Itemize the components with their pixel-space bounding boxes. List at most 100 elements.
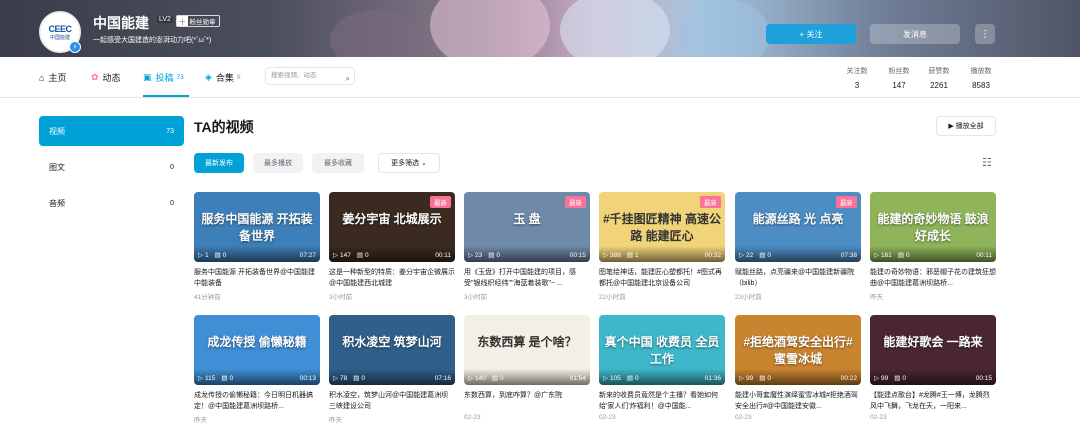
video-card[interactable]: #拒绝酒驾安全出行# 蜜雪冰城 ▷ 99 ▤ 0 00:22 能建小哥套魔性演绎蜜雪冰城#拒… bbox=[735, 315, 861, 421]
play-count: 161 bbox=[881, 252, 892, 259]
tab-collection[interactable]: ◈ 合集 8 bbox=[205, 71, 241, 84]
video-date: 3小时前 bbox=[329, 294, 353, 301]
comment-count: 0 bbox=[496, 252, 501, 259]
tab-count: 73 bbox=[176, 74, 184, 81]
comment-icon: ▤ bbox=[214, 252, 221, 259]
avatar[interactable]: CEEC 中国能建 ⚡ bbox=[39, 11, 81, 53]
video-thumbnail[interactable]: 能建的奇妙物语 鼓浪好成长 ▷ 161 ▤ 0 00:11 bbox=[870, 192, 996, 262]
video-title[interactable]: 能建小哥套魔性演绎蜜雪冰城#拒绝酒驾安全出行#@中国能建安徽... bbox=[735, 390, 861, 412]
video-card[interactable]: 服务中国能源 开拓装备世界 ▷ 1 ▤ 0 07:27 服务中国能源 开拓装备世界@中国能建… bbox=[194, 192, 320, 301]
comment-icon: ▤ bbox=[488, 252, 495, 259]
video-card[interactable]: 能建的奇妙物语 鼓浪好成长 ▷ 161 ▤ 0 00:11 能建の奇妙物语：邪恶帽子花の建筑… bbox=[870, 192, 996, 301]
video-title[interactable]: 能建の奇妙物语：邪恶帽子花の建筑狂想曲@中国能建葛洲坝路桥... bbox=[870, 267, 996, 289]
video-title[interactable]: 用《玉盘》打开中国能建的项目，感受"银线织经纬""海蓝着装歌"~ ... bbox=[464, 267, 590, 289]
thumbnail-stats: ▷ 1 ▤ 0 07:27 bbox=[194, 246, 320, 262]
thumbnail-text: #千挂图匠精神 高速公路 能建匠心 bbox=[603, 212, 722, 243]
tab-upload[interactable]: ▣ 投稿 73 bbox=[143, 71, 184, 84]
tab-home[interactable]: ⌂ 主页 bbox=[39, 71, 66, 84]
stat-value: 147 bbox=[892, 81, 906, 90]
video-card[interactable]: 玉 盘 最新 ▷ 23 ▤ 0 00:15 用《玉盘》打开中国能建的项目，感受"银线织经纬""… bbox=[464, 192, 590, 301]
fan-badge-label: 粉丝勋章 bbox=[189, 19, 216, 26]
stat-value: 3 bbox=[854, 81, 860, 90]
video-card[interactable]: 能源丝路 光 点亮 最新 ▷ 22 ▤ 0 07:38 赋能丝路，点亮疆来@中国能建新疆院（b… bbox=[735, 192, 861, 301]
comment-count: 0 bbox=[222, 252, 227, 259]
video-card[interactable]: 积水凌空 筑梦山河 ▷ 78 ▤ 0 07:16 积水凌空，筑梦山河@中国能建葛洲坝三峡建设… bbox=[329, 315, 455, 424]
thumbnail-stats: ▷ 22 ▤ 0 07:38 bbox=[735, 246, 861, 262]
video-thumbnail[interactable]: 东数西算 是个啥？ ▷ 140 ▤ 0 01:54 bbox=[464, 315, 590, 385]
tab-dynamic[interactable]: ✿ 动态 bbox=[91, 71, 121, 84]
video-title[interactable]: 图笔绘神话，能建匠心塑都托！#图式再都托@中国能建北京设备公司 bbox=[599, 267, 725, 289]
comment-count: 0 bbox=[500, 375, 504, 382]
comment-count: 0 bbox=[229, 375, 234, 382]
video-thumbnail[interactable]: 能源丝路 光 点亮 最新 ▷ 22 ▤ 0 07:38 bbox=[735, 192, 861, 262]
banner-decoration bbox=[430, 0, 550, 57]
video-card[interactable]: 真个中国 收费员 全员工作 ▷ 105 ▤ 0 01:36 新来的收费员竟然是个主播？看她如… bbox=[599, 315, 725, 421]
search-icon[interactable]: ⌕ bbox=[346, 71, 350, 87]
filter-latest[interactable]: 最新发布 bbox=[194, 153, 244, 173]
video-title[interactable]: 【能建点歌台】#龙腾#王一博，龙腾烈风中飞舞，飞龙在天，一阳来... bbox=[870, 390, 996, 412]
sidebar-item-video[interactable]: 视频 73 bbox=[39, 116, 184, 146]
video-title[interactable]: 积水凌空，筑梦山河@中国能建葛洲坝三峡建设公司 bbox=[329, 390, 455, 412]
comment-count: 0 bbox=[902, 375, 907, 382]
play-count: 22 bbox=[746, 252, 754, 259]
video-title[interactable]: 这是一种新型的特质：姜分宇宙企微展示@中国能建西北城建 bbox=[329, 267, 455, 289]
play-count: 115 bbox=[205, 375, 216, 382]
stat-following[interactable]: 关注数 3 bbox=[837, 66, 877, 90]
video-title[interactable]: 东数西算，到底咋算？@广东院 bbox=[464, 390, 590, 412]
video-title[interactable]: 成龙传授の偷懒秘籍：今日明日机器搞定！@中国能建葛洲坝路桥... bbox=[194, 390, 320, 412]
stat-followers[interactable]: 粉丝数 147 bbox=[879, 66, 919, 90]
video-thumbnail[interactable]: 真个中国 收费员 全员工作 ▷ 105 ▤ 0 01:36 bbox=[599, 315, 725, 385]
thumbnail-stats: ▷ 99 ▤ 0 00:22 bbox=[735, 369, 861, 385]
video-duration: 00:15 bbox=[975, 375, 992, 382]
comment-icon: ▤ bbox=[353, 375, 360, 382]
video-thumbnail[interactable]: 成龙传授 偷懒秘籍 ▷ 115 ▤ 0 00:13 bbox=[194, 315, 320, 385]
video-thumbnail[interactable]: #千挂图匠精神 高速公路 能建匠心 最新 ▷ 388 ▤ 1 00:32 bbox=[599, 192, 725, 262]
follow-button[interactable]: + 关注 bbox=[766, 24, 856, 44]
video-card[interactable]: 东数西算 是个啥？ ▷ 140 ▤ 0 01:54 东数西算，到底咋算？@广东院 02-23 bbox=[464, 315, 590, 421]
video-card[interactable]: #千挂图匠精神 高速公路 能建匠心 最新 ▷ 388 ▤ 1 00:32 图笔绘神话，能建匠心… bbox=[599, 192, 725, 301]
comment-icon: ▤ bbox=[759, 252, 766, 259]
video-thumbnail[interactable]: 服务中国能源 开拓装备世界 ▷ 1 ▤ 0 07:27 bbox=[194, 192, 320, 262]
new-badge: 最新 bbox=[565, 196, 586, 208]
username: 中国能建 bbox=[93, 15, 149, 31]
video-thumbnail[interactable]: 积水凌空 筑梦山河 ▷ 78 ▤ 0 07:16 bbox=[329, 315, 455, 385]
play-count: 78 bbox=[340, 375, 348, 382]
video-title[interactable]: 新来的收费员竟然是个主播？看她如何给'家人们'炸福利！@中国能... bbox=[599, 390, 725, 412]
sidebar-item-audio[interactable]: 音频 0 bbox=[39, 188, 184, 218]
search-input[interactable]: 搜索视频、动态 ⌕ bbox=[265, 67, 355, 85]
video-title[interactable]: 赋能丝路，点亮疆来@中国能建新疆院（bilib） bbox=[735, 267, 861, 289]
home-icon: ⌂ bbox=[39, 72, 45, 83]
comment-icon: ▤ bbox=[626, 375, 634, 382]
play-count-icon: ▷ bbox=[333, 375, 338, 382]
video-title[interactable]: 服务中国能源 开拓装备世界@中国能建中能装备 bbox=[194, 267, 320, 289]
thumbnail-text: 积水凌空 筑梦山河 bbox=[342, 335, 442, 349]
video-card[interactable]: 成龙传授 偷懒秘籍 ▷ 115 ▤ 0 00:13 成龙传授の偷懒秘籍：今日明日机器搞定！@… bbox=[194, 315, 320, 424]
grid-view-icon[interactable]: ☷ bbox=[982, 157, 995, 169]
video-thumbnail[interactable]: 能建好歌会 一路来 ▷ 99 ▤ 0 00:15 bbox=[870, 315, 996, 385]
video-date: 昨天 bbox=[194, 417, 207, 424]
stat-likes: 获赞数 2261 bbox=[919, 66, 959, 90]
video-card[interactable]: 能建好歌会 一路来 ▷ 99 ▤ 0 00:15 【能建点歌台】#龙腾#王一博，龙腾烈风中飞… bbox=[870, 315, 996, 421]
comment-icon: ▤ bbox=[894, 375, 901, 382]
play-all-button[interactable]: ▶ 播放全部 bbox=[936, 116, 996, 136]
thumbnail-stats: ▷ 147 ▤ 0 00:11 bbox=[329, 246, 455, 262]
filter-most-favorited[interactable]: 最多收藏 bbox=[312, 153, 364, 173]
sidebar-item-article[interactable]: 图文 0 bbox=[39, 152, 184, 182]
video-date: 昨天 bbox=[329, 417, 342, 424]
video-thumbnail[interactable]: 姜分宇宙 北城展示 最新 ▷ 147 ▤ 0 00:11 bbox=[329, 192, 455, 262]
fan-badge[interactable]: 十粉丝勋章 bbox=[176, 15, 220, 27]
video-card[interactable]: 姜分宇宙 北城展示 最新 ▷ 147 ▤ 0 00:11 这是一种新型的特质：姜分宇宙企微展示… bbox=[329, 192, 455, 301]
comment-icon: ▤ bbox=[356, 252, 364, 259]
video-thumbnail[interactable]: #拒绝酒驾安全出行# 蜜雪冰城 ▷ 99 ▤ 0 00:22 bbox=[735, 315, 861, 385]
tab-label: 动态 bbox=[102, 73, 121, 83]
message-button[interactable]: 发消息 bbox=[870, 24, 960, 44]
thumbnail-text: 成龙传授 偷懒秘籍 bbox=[207, 335, 307, 349]
signature[interactable]: 一起感受大国建造的澎湃动力吧(*ˆωˆ*) bbox=[93, 35, 211, 45]
video-duration: 00:32 bbox=[704, 252, 721, 259]
filter-most-played[interactable]: 最多播放 bbox=[253, 153, 303, 173]
video-thumbnail[interactable]: 玉 盘 最新 ▷ 23 ▤ 0 00:15 bbox=[464, 192, 590, 262]
video-date: 41分钟前 bbox=[194, 294, 221, 301]
more-options-button[interactable]: ⋮ bbox=[975, 24, 995, 44]
comment-count: 0 bbox=[906, 252, 910, 259]
more-filter-dropdown[interactable]: 更多筛选 ⌄ bbox=[378, 153, 440, 173]
